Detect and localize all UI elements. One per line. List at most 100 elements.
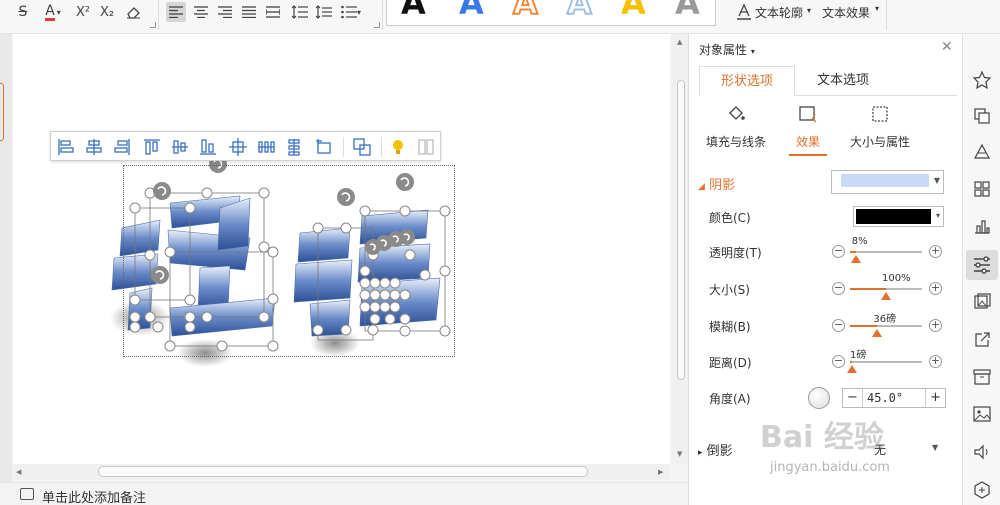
align-right-icon[interactable] bbox=[215, 2, 235, 22]
reflection-section-header[interactable]: ▸ 倒影 bbox=[698, 440, 733, 459]
distribute-horizontal-icon[interactable] bbox=[255, 136, 277, 158]
increase-button[interactable]: + bbox=[929, 319, 942, 332]
wordart-style-gallery[interactable]: A A A A A A bbox=[386, 0, 716, 26]
scroll-up-icon[interactable]: ▲ bbox=[677, 38, 682, 46]
scroll-left-icon[interactable]: ◀ bbox=[16, 468, 21, 476]
text-outline-label[interactable]: 文本轮廓 bbox=[755, 4, 803, 21]
wordart-style-black[interactable]: A bbox=[401, 0, 426, 22]
angle-value[interactable]: 45.0° bbox=[867, 391, 903, 405]
angle-label: 角度(A) bbox=[709, 392, 751, 406]
copy-icon[interactable] bbox=[972, 106, 992, 126]
subtab-label: 填充与线条 bbox=[705, 135, 766, 149]
shadow-section-header[interactable]: ◢ 阴影 bbox=[698, 174, 735, 193]
chevron-down-icon: ▾ bbox=[750, 47, 755, 56]
scroll-down-icon[interactable]: ▼ bbox=[677, 450, 682, 458]
decrease-button[interactable]: − bbox=[832, 282, 845, 295]
blur-slider[interactable]: − 36磅 + bbox=[832, 314, 942, 337]
more-options-icon[interactable] bbox=[415, 136, 437, 158]
lightbulb-icon[interactable] bbox=[387, 136, 409, 158]
line-spacing-icon[interactable] bbox=[290, 2, 310, 22]
font-group-launcher[interactable] bbox=[150, 22, 156, 28]
subtab-fill-line[interactable]: 填充与线条 bbox=[703, 104, 769, 150]
chevron-down-icon[interactable]: ▼ bbox=[932, 443, 938, 452]
shapes-icon[interactable] bbox=[972, 142, 992, 162]
align-center-icon[interactable] bbox=[227, 136, 249, 158]
subtab-effects[interactable]: 效果 bbox=[789, 104, 827, 156]
increase-button[interactable]: + bbox=[929, 245, 942, 258]
increase-button[interactable]: + bbox=[925, 389, 945, 407]
angle-dial[interactable] bbox=[808, 387, 830, 409]
fill-bucket-icon bbox=[729, 106, 745, 120]
align-bottom-icon[interactable] bbox=[197, 136, 219, 158]
grid-icon[interactable] bbox=[972, 179, 992, 199]
share-icon[interactable] bbox=[972, 330, 992, 350]
tab-shape-options[interactable]: 形状选项 bbox=[699, 66, 795, 96]
font-color-button[interactable]: A ▾ bbox=[40, 2, 66, 22]
wordart-style-blue[interactable]: A bbox=[459, 0, 484, 22]
wordart-style-light-blue-outline[interactable]: A bbox=[566, 0, 593, 23]
distributed-icon[interactable] bbox=[263, 2, 283, 22]
chevron-down-icon[interactable]: ▾ bbox=[807, 6, 811, 15]
distribute-vertical-icon[interactable] bbox=[283, 136, 305, 158]
subtab-size-properties[interactable]: 大小与属性 bbox=[847, 104, 913, 150]
properties-icon[interactable] bbox=[966, 250, 998, 280]
image-icon[interactable] bbox=[972, 292, 992, 312]
align-right-icon[interactable] bbox=[111, 136, 133, 158]
strikethrough-icon[interactable]: S bbox=[14, 2, 32, 22]
chevron-down-icon[interactable]: ▾ bbox=[875, 4, 879, 13]
transparency-slider[interactable]: − 8% + bbox=[832, 236, 942, 263]
increase-button[interactable]: + bbox=[929, 282, 942, 295]
ribbon: S A ▾ X² X₂ ▾ A A A A A A 文本轮廓 ▾ 文本效果 ▾ bbox=[0, 0, 1000, 34]
align-middle-icon[interactable] bbox=[169, 136, 191, 158]
horizontal-scrollbar-thumb[interactable] bbox=[98, 466, 588, 477]
align-left-icon[interactable] bbox=[55, 136, 77, 158]
alignment-toolbar bbox=[50, 131, 441, 161]
decrease-button[interactable]: − bbox=[843, 389, 863, 407]
paragraph-group-launcher[interactable] bbox=[374, 22, 380, 28]
audio-icon[interactable] bbox=[972, 442, 992, 462]
wordart-style-orange-outline[interactable]: A bbox=[512, 0, 539, 23]
angle-stepper[interactable]: − 45.0° + bbox=[842, 388, 946, 408]
close-icon[interactable]: ✕ bbox=[941, 39, 953, 55]
chart-icon[interactable] bbox=[972, 216, 992, 236]
pane-tabs: 形状选项 文本选项 bbox=[699, 66, 957, 96]
notes-bar[interactable]: 单击此处添加备注 bbox=[0, 482, 688, 505]
align-top-icon[interactable] bbox=[141, 136, 163, 158]
size-slider[interactable]: − 100% + bbox=[832, 273, 942, 300]
archive-icon[interactable] bbox=[972, 367, 992, 387]
align-center-icon[interactable] bbox=[191, 2, 211, 22]
vertical-scrollbar-thumb[interactable] bbox=[677, 80, 685, 380]
superscript-icon[interactable]: X² bbox=[74, 2, 92, 22]
group-selection-box[interactable] bbox=[123, 165, 455, 357]
combine-shapes-icon[interactable] bbox=[351, 136, 373, 158]
shadow-preset-dropdown[interactable]: ▼ bbox=[831, 170, 944, 194]
align-left-icon[interactable] bbox=[166, 2, 186, 22]
bullet-list-icon[interactable]: ▾ bbox=[338, 2, 364, 22]
align-to-slide-icon[interactable] bbox=[313, 136, 335, 158]
star-icon[interactable] bbox=[972, 70, 992, 90]
paragraph-spacing-icon[interactable] bbox=[314, 2, 334, 22]
more-icon[interactable] bbox=[972, 480, 992, 500]
subscript-icon[interactable]: X₂ bbox=[98, 2, 116, 22]
decrease-button[interactable]: − bbox=[832, 319, 845, 332]
distance-slider[interactable]: − 1磅 + bbox=[832, 350, 942, 373]
shadow-color-dropdown[interactable]: ▾ bbox=[853, 206, 944, 227]
scroll-right-icon[interactable]: ▶ bbox=[658, 468, 663, 476]
distance-label: 距离(D) bbox=[709, 356, 752, 370]
text-effect-label[interactable]: 文本效果 bbox=[822, 4, 870, 21]
decrease-button[interactable]: − bbox=[832, 245, 845, 258]
pane-title[interactable]: 对象属性 ▾ bbox=[699, 41, 755, 58]
tab-text-options[interactable]: 文本选项 bbox=[795, 66, 891, 96]
decrease-button[interactable]: − bbox=[832, 355, 845, 368]
clear-format-icon[interactable] bbox=[124, 2, 142, 22]
picture-icon[interactable] bbox=[972, 404, 992, 424]
text-outline-icon[interactable] bbox=[736, 2, 752, 22]
align-center-horizontal-icon[interactable] bbox=[83, 136, 105, 158]
wordart-style-gold[interactable]: A bbox=[621, 0, 646, 22]
blur-label: 模糊(B) bbox=[709, 320, 751, 334]
justify-icon[interactable] bbox=[239, 2, 259, 22]
wordart-style-gray[interactable]: A bbox=[675, 0, 700, 22]
current-slide-indicator[interactable] bbox=[0, 83, 4, 141]
increase-button[interactable]: + bbox=[929, 355, 942, 368]
notes-placeholder[interactable]: 单击此处添加备注 bbox=[42, 487, 146, 505]
